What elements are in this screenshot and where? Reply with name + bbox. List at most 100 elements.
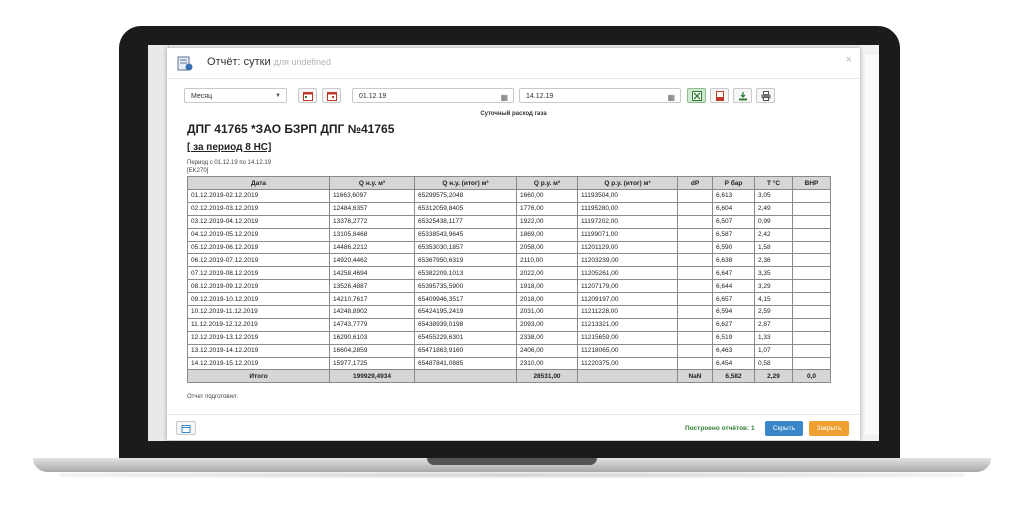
close-icon[interactable]: × (846, 54, 852, 66)
table-cell: 07.12.2019-08.12.2019 (187, 266, 330, 281)
period-select-value: Месяц (191, 93, 213, 100)
laptop-notch (427, 458, 597, 465)
table-cell: 11213321,00 (577, 317, 678, 332)
table-cell: 2310,00 (516, 356, 578, 371)
table-cell: 11207179,00 (577, 279, 678, 294)
table-cell: 2031,00 (516, 305, 578, 319)
table-cell: 11211228,00 (577, 305, 678, 319)
table-cell: 14920,4462 (329, 253, 415, 268)
table-cell (792, 214, 831, 229)
table-cell: 6,519 (712, 330, 755, 345)
table-cell: 6,644 (712, 279, 755, 294)
table-cell: 6,613 (712, 189, 755, 203)
laptop-screen: Отчёт: сутки для undefined × Месяц ▼ 01.12… (148, 45, 879, 441)
panel-toggle-button[interactable] (176, 421, 196, 435)
date-to-field[interactable]: 14.12.19 ▦ (519, 88, 681, 103)
table-cell: 1,33 (754, 330, 793, 345)
table-cell: 11.12.2019-12.12.2019 (187, 317, 330, 332)
table-cell (792, 189, 831, 203)
date-from-field[interactable]: 01.12.19 ▦ (352, 88, 514, 103)
table-cell: 13378,2772 (329, 214, 415, 229)
table-cell (677, 330, 713, 345)
table-cell: 09.12.2019-10.12.2019 (187, 292, 330, 307)
table-row: 04.12.2019-05.12.2019 13105,8468 65338543,… (187, 227, 831, 242)
calendar-icon[interactable]: ▦ (667, 90, 675, 105)
table-cell: 1922,00 (516, 214, 578, 229)
table-cell: 65325438,1177 (414, 214, 517, 229)
table-cell: 11215659,00 (577, 330, 678, 345)
table-cell: 3,35 (754, 266, 793, 281)
table-cell: 65353030,1857 (414, 240, 517, 255)
close-button[interactable]: Закрыть (809, 421, 849, 436)
table-cell (792, 317, 831, 332)
chevron-down-icon: ▼ (275, 93, 281, 99)
calendar-icon[interactable]: ▦ (500, 90, 508, 105)
table-cell: 13105,8468 (329, 227, 415, 242)
table-cell: 01.12.2019-02.12.2019 (187, 189, 330, 203)
background-scrollbar (865, 55, 879, 435)
table-cell (677, 214, 713, 229)
period-link[interactable]: [ за период 8 НС] (187, 142, 271, 153)
hide-button[interactable]: Скрыть (765, 421, 803, 436)
table-cell: 0,99 (754, 214, 793, 229)
pdf-export-button[interactable] (710, 88, 729, 103)
total-cell: NaN (677, 369, 713, 384)
table-cell: 11205261,00 (577, 266, 678, 281)
total-cell: 6,582 (712, 369, 755, 384)
table-cell: 65424195,2419 (414, 305, 517, 319)
excel-export-button[interactable] (687, 88, 706, 103)
table-cell: 2110,00 (516, 253, 578, 268)
calendar-prev-button[interactable] (298, 88, 317, 103)
table-cell: 11220375,00 (577, 356, 678, 371)
table-cell: 1776,00 (516, 201, 578, 216)
table-cell (792, 227, 831, 242)
table-cell: 2018,00 (516, 292, 578, 307)
table-cell: 3,05 (754, 189, 793, 203)
table-cell: 11197202,00 (577, 214, 678, 229)
column-header: Дата (187, 176, 330, 190)
table-row: 02.12.2019-03.12.2019 12484,6357 65312059,… (187, 201, 831, 216)
table-cell: 12.12.2019-13.12.2019 (187, 330, 330, 345)
table-cell: 6,647 (712, 266, 755, 281)
table-cell (792, 343, 831, 358)
table-cell: 65455229,6301 (414, 330, 517, 345)
report-dialog: Отчёт: сутки для undefined × Месяц ▼ 01.12… (167, 48, 860, 440)
table-cell: 06.12.2019-07.12.2019 (187, 253, 330, 268)
total-cell: 0,0 (792, 369, 831, 384)
table-cell (792, 266, 831, 281)
period-text: Период с 01.12.19 по 14.12.19 (187, 160, 272, 166)
table-cell (677, 292, 713, 307)
table-cell: 6,604 (712, 201, 755, 216)
table-cell: 14258,4694 (329, 266, 415, 281)
print-icon (761, 91, 771, 101)
table-cell: 65367950,6319 (414, 253, 517, 268)
table-cell: 11199071,00 (577, 227, 678, 242)
table-cell: 6,627 (712, 317, 755, 332)
dialog-subtitle: для undefined (273, 57, 332, 67)
table-cell: 11201129,00 (577, 240, 678, 255)
print-button[interactable] (756, 88, 775, 103)
table-cell: 2022,00 (516, 266, 578, 281)
table-cell (792, 253, 831, 268)
table-cell: 65299575,2048 (414, 189, 517, 203)
table-cell: 12484,6357 (329, 201, 415, 216)
table-cell: 65487841,0885 (414, 356, 517, 371)
report-toolbar: Месяц ▼ 01.12.19 ▦ 14.12.19 ▦ (167, 85, 860, 107)
date-to-value: 14.12.19 (526, 93, 554, 100)
total-cell (414, 369, 517, 384)
table-cell: 6,507 (712, 214, 755, 229)
period-select[interactable]: Месяц ▼ (184, 88, 287, 103)
column-header: Р бар (712, 176, 755, 190)
table-cell (792, 201, 831, 216)
table-cell: 2,42 (754, 227, 793, 242)
table-cell: 11218065,00 (577, 343, 678, 358)
table-cell: 65382209,1013 (414, 266, 517, 281)
calendar-next-button[interactable] (322, 88, 341, 103)
reports-built-count: Построено отчётов: 1 (685, 425, 755, 432)
table-row: 11.12.2019-12.12.2019 14743,7779 65438939,… (187, 317, 831, 332)
column-header: dP (677, 176, 713, 190)
total-cell: 199929,4934 (329, 369, 415, 384)
table-cell (677, 343, 713, 358)
download-button[interactable] (733, 88, 752, 103)
column-header: Q р.у. (итог) м³ (577, 176, 678, 190)
